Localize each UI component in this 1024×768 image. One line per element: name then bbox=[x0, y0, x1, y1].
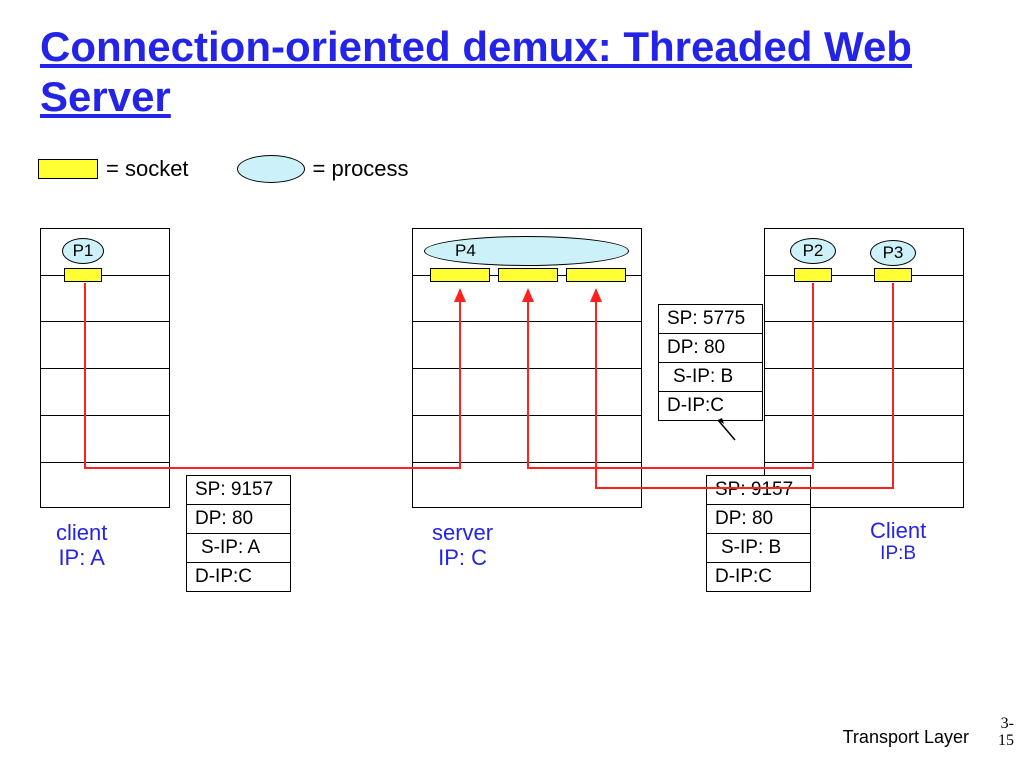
legend-process-icon bbox=[237, 155, 305, 183]
footer-label: Transport Layer bbox=[843, 727, 969, 748]
host-b-label-l1: Client bbox=[870, 518, 926, 543]
page-number-b: 15 bbox=[998, 732, 1014, 750]
socket-c3 bbox=[566, 268, 626, 282]
socket-c2 bbox=[498, 268, 558, 282]
process-p4: P4 bbox=[424, 236, 629, 266]
host-a-label-l2: IP: A bbox=[56, 545, 107, 570]
host-c-label-l1: server bbox=[432, 520, 493, 545]
host-a-label: client IP: A bbox=[56, 520, 107, 571]
packet-right: SP: 9157 DP: 80 S-IP: B D-IP:C bbox=[706, 475, 811, 592]
slide-title: Connection-oriented demux: Threaded Web … bbox=[40, 22, 1024, 123]
host-a-stack bbox=[40, 228, 170, 508]
process-p2: P2 bbox=[790, 238, 836, 264]
page-number-a: 3- bbox=[998, 715, 1014, 733]
socket-a1 bbox=[64, 268, 102, 282]
packet-left-dp: DP: 80 bbox=[187, 504, 290, 533]
packet-middle-dip: D-IP:C bbox=[659, 391, 762, 420]
packet-middle-dp: DP: 80 bbox=[659, 333, 762, 362]
legend-socket-icon bbox=[38, 159, 98, 179]
packet-left-dip: D-IP:C bbox=[187, 562, 290, 591]
packet-right-sp: SP: 9157 bbox=[707, 476, 810, 504]
legend-socket-label: = socket bbox=[106, 156, 189, 182]
packet-middle-sip: S-IP: B bbox=[659, 362, 762, 391]
host-b-label: Client IP:B bbox=[870, 518, 926, 565]
socket-b2 bbox=[874, 268, 912, 282]
packet-left: SP: 9157 DP: 80 S-IP: A D-IP:C bbox=[186, 475, 291, 592]
socket-c1 bbox=[430, 268, 490, 282]
packet-right-sip: S-IP: B bbox=[707, 533, 810, 562]
socket-b1 bbox=[794, 268, 832, 282]
process-p1: P1 bbox=[62, 238, 104, 264]
legend: = socket = process bbox=[38, 155, 409, 183]
packet-left-sp: SP: 9157 bbox=[187, 476, 290, 504]
packet-right-dip: D-IP:C bbox=[707, 562, 810, 591]
packet-right-dp: DP: 80 bbox=[707, 504, 810, 533]
process-p3: P3 bbox=[870, 240, 916, 266]
packet-middle-sp: SP: 5775 bbox=[659, 305, 762, 333]
host-b-label-l2: IP:B bbox=[870, 543, 926, 565]
packet-middle: SP: 5775 DP: 80 S-IP: B D-IP:C bbox=[658, 304, 763, 421]
legend-process-label: = process bbox=[313, 156, 409, 182]
host-c-label-l2: IP: C bbox=[432, 545, 493, 570]
host-c-label: server IP: C bbox=[432, 520, 493, 571]
page-number: 3- 15 bbox=[998, 715, 1014, 750]
packet-left-sip: S-IP: A bbox=[187, 533, 290, 562]
host-a-label-l1: client bbox=[56, 520, 107, 545]
